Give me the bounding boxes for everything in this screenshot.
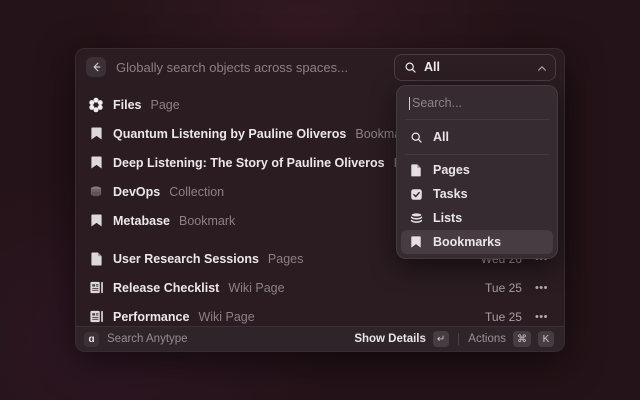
result-type: Wiki Page xyxy=(198,310,254,324)
more-options-icon[interactable]: ••• xyxy=(535,311,548,323)
flower-icon xyxy=(88,97,104,113)
result-row-performance[interactable]: Performance Wiki Page Tue 25 ••• xyxy=(76,302,564,326)
arrow-left-icon xyxy=(90,61,102,73)
wiki-page-icon xyxy=(88,280,104,295)
k-key-badge: K xyxy=(538,331,554,347)
result-title: Quantum Listening by Pauline Oliveros xyxy=(113,127,346,141)
wiki-page-icon xyxy=(88,309,104,324)
dropdown-option-label: Pages xyxy=(433,163,470,177)
divider xyxy=(405,119,549,120)
magnifier-icon xyxy=(409,131,423,144)
cmd-key-badge: ⌘ xyxy=(513,331,531,347)
footer-shortcuts: Show Details ↵ Actions ⌘ K xyxy=(354,331,554,347)
result-type: Wiki Page xyxy=(228,281,284,295)
task-checkbox-icon xyxy=(409,188,423,201)
result-type: Pages xyxy=(268,252,303,266)
text-cursor xyxy=(409,97,410,110)
show-details-button[interactable]: Show Details xyxy=(354,333,426,345)
result-row-release-checklist[interactable]: Release Checklist Wiki Page Tue 25 ••• xyxy=(76,273,564,302)
dropdown-option-tasks[interactable]: Tasks xyxy=(401,182,553,206)
more-options-icon[interactable]: ••• xyxy=(535,282,548,294)
actions-button[interactable]: Actions xyxy=(468,333,506,345)
dropdown-option-lists[interactable]: Lists xyxy=(401,206,553,230)
dropdown-search-input[interactable]: Search... xyxy=(401,90,553,116)
dropdown-option-pages[interactable]: Pages xyxy=(401,158,553,182)
global-search-modal: Globally search objects across spaces...… xyxy=(75,48,565,352)
result-type: Collection xyxy=(169,185,224,199)
page-icon xyxy=(88,251,104,266)
dropdown-option-label: Lists xyxy=(433,211,462,225)
dropdown-option-label: Tasks xyxy=(433,187,468,201)
filter-type-select[interactable]: All xyxy=(394,54,556,81)
result-title: User Research Sessions xyxy=(113,252,259,266)
stack-icon xyxy=(88,184,104,199)
layers-icon xyxy=(409,212,423,225)
enter-key-badge: ↵ xyxy=(433,331,449,347)
result-type: Bookmark xyxy=(179,214,235,228)
result-date: Tue 25 xyxy=(485,310,522,324)
result-title: Release Checklist xyxy=(113,281,219,295)
result-title: DevOps xyxy=(113,185,160,199)
chevron-up-icon xyxy=(537,65,547,72)
anytype-logo-icon: ɑ xyxy=(84,332,99,347)
divider xyxy=(458,333,459,345)
bookmark-icon xyxy=(88,155,104,170)
page-icon xyxy=(409,163,423,177)
result-date: Tue 25 xyxy=(485,281,522,295)
dropdown-option-label: Bookmarks xyxy=(433,235,501,249)
filter-dropdown-panel: Search... All Pages Tasks xyxy=(396,85,558,259)
footer-bar: ɑ Search Anytype Show Details ↵ Actions … xyxy=(76,326,564,351)
magnifier-icon xyxy=(403,61,417,74)
dropdown-option-all[interactable]: All xyxy=(401,123,553,151)
result-title: Deep Listening: The Story of Pauline Oli… xyxy=(113,156,385,170)
bookmark-icon xyxy=(409,235,423,249)
dropdown-option-bookmarks[interactable]: Bookmarks xyxy=(401,230,553,254)
filter-selected-label: All xyxy=(424,60,530,74)
app-label: Search Anytype xyxy=(107,333,354,345)
result-title: Metabase xyxy=(113,214,170,228)
result-type: Page xyxy=(151,98,180,112)
search-header: Globally search objects across spaces...… xyxy=(76,49,564,85)
result-title: Files xyxy=(113,98,142,112)
result-title: Performance xyxy=(113,310,189,324)
bookmark-icon xyxy=(88,126,104,141)
global-search-input[interactable]: Globally search objects across spaces... xyxy=(116,60,394,75)
back-button[interactable] xyxy=(86,57,106,77)
dropdown-search-placeholder: Search... xyxy=(412,96,462,110)
divider xyxy=(405,154,549,155)
dropdown-option-label: All xyxy=(433,130,449,144)
bookmark-icon xyxy=(88,213,104,228)
